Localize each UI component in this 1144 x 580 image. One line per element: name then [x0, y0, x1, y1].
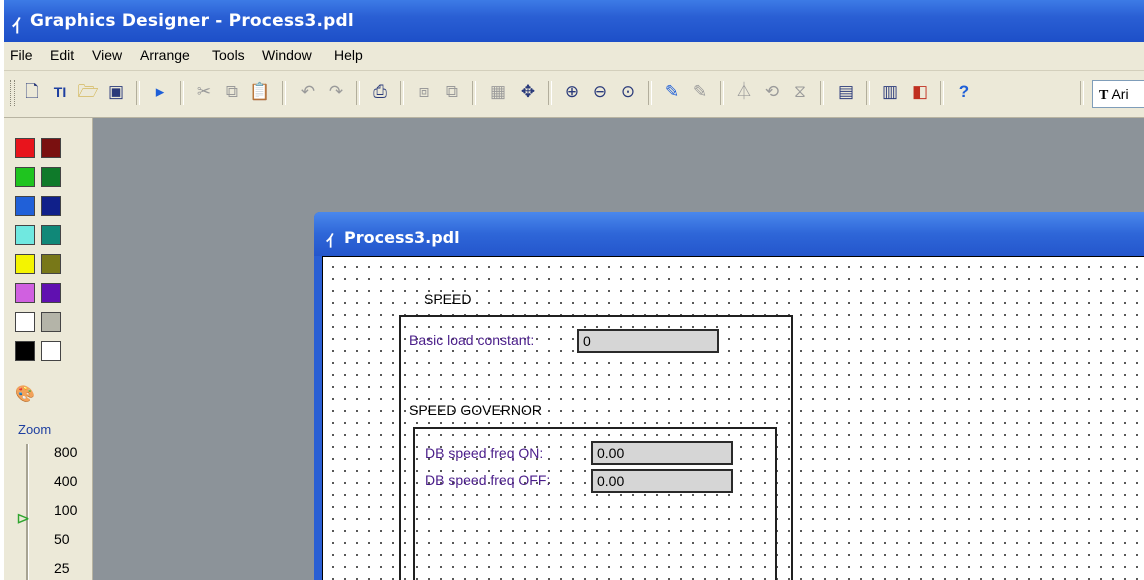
- toolbar-separator: [648, 81, 652, 105]
- properties-icon[interactable]: ▤: [834, 80, 858, 104]
- new-document-icon[interactable]: 🗋: [20, 80, 44, 104]
- pipette-icon[interactable]: ✎: [660, 80, 684, 104]
- color-swatch-teal[interactable]: [41, 225, 61, 245]
- document-window: ⺅ Process3.pdl SPEED Basic load constant…: [314, 212, 1144, 580]
- zoom-out-icon[interactable]: ⊖: [588, 80, 612, 104]
- color-swatch-magenta[interactable]: [15, 283, 35, 303]
- mirror-icon[interactable]: ⧖: [788, 80, 812, 104]
- basic-load-field[interactable]: 0: [577, 329, 719, 353]
- print-icon[interactable]: ⎙: [368, 80, 392, 104]
- toolbar-separator: [1080, 81, 1084, 105]
- toolbar-grip[interactable]: [10, 80, 15, 106]
- color-swatch-dark-green[interactable]: [41, 167, 61, 187]
- menu-help[interactable]: Help: [334, 47, 363, 63]
- menu-view[interactable]: View: [92, 47, 122, 63]
- color-swatch-white-2[interactable]: [41, 341, 61, 361]
- layers-icon[interactable]: ◧: [908, 80, 932, 104]
- redo-icon[interactable]: ↷: [324, 80, 348, 104]
- open-icon[interactable]: 🗁: [76, 80, 100, 104]
- color-swatch-dark-blue[interactable]: [41, 196, 61, 216]
- send-back-icon[interactable]: ⧉: [440, 80, 464, 104]
- toolbar-separator: [400, 81, 404, 105]
- menu-arrange[interactable]: Arrange: [140, 47, 190, 63]
- snap-icon[interactable]: ✥: [516, 80, 540, 104]
- cut-icon[interactable]: ✂: [192, 80, 216, 104]
- db-speed-off-field[interactable]: 0.00: [591, 469, 733, 493]
- font-name: Ari: [1111, 86, 1129, 102]
- toolbar: 🗋 TI 🗁 ▣ ▸ ✂ ⧉ 📋 ↶ ↷ ⎙ ⧈ ⧉ ▦ ✥ ⊕ ⊖ ⊙ ✎ ✎…: [4, 71, 1144, 118]
- db-speed-off-label[interactable]: DB speed freq OFF:: [425, 472, 550, 488]
- speed-governor-label[interactable]: SPEED GOVERNOR: [409, 402, 542, 418]
- zoom-value-400[interactable]: 400: [54, 473, 77, 489]
- color-swatch-blue[interactable]: [15, 196, 35, 216]
- picture-canvas[interactable]: SPEED Basic load constant: 0 SPEED GOVER…: [322, 256, 1144, 580]
- bring-front-icon[interactable]: ⧈: [412, 80, 436, 104]
- zoom-value-100[interactable]: 100: [54, 502, 77, 518]
- color-swatch-yellow[interactable]: [15, 254, 35, 274]
- toolbar-separator: [472, 81, 476, 105]
- color-swatch-black[interactable]: [15, 341, 35, 361]
- color-swatch-red[interactable]: [15, 138, 35, 158]
- rotate-icon[interactable]: ⟲: [760, 80, 784, 104]
- toolbar-separator: [180, 81, 184, 105]
- run-runtime-icon[interactable]: ▸: [148, 80, 172, 104]
- new-text-icon[interactable]: TI: [48, 80, 72, 104]
- color-swatch-cyan[interactable]: [15, 225, 35, 245]
- menu-window[interactable]: Window: [262, 47, 312, 63]
- menu-bar: File Edit View Arrange Tools Window Help: [4, 42, 1144, 71]
- document-title-bar[interactable]: ⺅ Process3.pdl: [314, 212, 1144, 256]
- font-selector[interactable]: T Ari: [1092, 80, 1144, 108]
- toolbar-separator: [136, 81, 140, 105]
- toolbar-separator: [282, 81, 286, 105]
- zoom-fit-icon[interactable]: ⊙: [616, 80, 640, 104]
- db-speed-on-label[interactable]: DB speed freq ON:: [425, 445, 543, 461]
- copy-icon[interactable]: ⧉: [220, 80, 244, 104]
- basic-load-label[interactable]: Basic load constant:: [409, 332, 534, 348]
- toolbar-separator: [940, 81, 944, 105]
- graphics-designer-window: ⺅ Graphics Designer - Process3.pdl File …: [4, 0, 1144, 580]
- color-picker-icon[interactable]: 🎨: [15, 385, 35, 405]
- save-icon[interactable]: ▣: [104, 80, 128, 104]
- flip-icon[interactable]: ⏃: [732, 80, 756, 104]
- zoom-slider-handle-icon[interactable]: ⊳: [16, 510, 40, 527]
- toolbar-separator: [720, 81, 724, 105]
- color-palette-panel: 🎨 Zoom ⊳ 800 400 100 50 25: [4, 118, 93, 580]
- menu-file[interactable]: File: [10, 47, 33, 63]
- zoom-value-50[interactable]: 50: [54, 531, 70, 547]
- grid-icon[interactable]: ▦: [486, 80, 510, 104]
- toolbar-separator: [356, 81, 360, 105]
- help-icon[interactable]: ?: [952, 80, 976, 104]
- library-icon[interactable]: ▥: [878, 80, 902, 104]
- paste-icon[interactable]: 📋: [248, 80, 272, 104]
- document-icon: ⺅: [326, 233, 342, 250]
- color-swatch-gray[interactable]: [41, 312, 61, 332]
- db-speed-on-field[interactable]: 0.00: [591, 441, 733, 465]
- toolbar-separator: [820, 81, 824, 105]
- zoom-label: Zoom: [18, 422, 52, 437]
- window-title: Graphics Designer - Process3.pdl: [30, 11, 354, 31]
- undo-icon[interactable]: ↶: [296, 80, 320, 104]
- menu-tools[interactable]: Tools: [212, 47, 245, 63]
- zoom-in-icon[interactable]: ⊕: [560, 80, 584, 104]
- toolbar-separator: [866, 81, 870, 105]
- color-swatch-green[interactable]: [15, 167, 35, 187]
- title-bar[interactable]: ⺅ Graphics Designer - Process3.pdl: [4, 0, 1144, 42]
- app-icon: ⺅: [12, 17, 29, 36]
- color-swatch-white[interactable]: [15, 312, 35, 332]
- menu-edit[interactable]: Edit: [50, 47, 74, 63]
- font-icon: T: [1099, 88, 1109, 103]
- document-title: Process3.pdl: [344, 228, 460, 247]
- zoom-value-800[interactable]: 800: [54, 444, 77, 460]
- color-swatch-purple[interactable]: [41, 283, 61, 303]
- speed-label[interactable]: SPEED: [424, 291, 471, 307]
- toolbar-separator: [548, 81, 552, 105]
- color-swatch-olive[interactable]: [41, 254, 61, 274]
- color-swatch-dark-red[interactable]: [41, 138, 61, 158]
- zoom-value-25[interactable]: 25: [54, 560, 70, 576]
- pipette-2-icon[interactable]: ✎: [688, 80, 712, 104]
